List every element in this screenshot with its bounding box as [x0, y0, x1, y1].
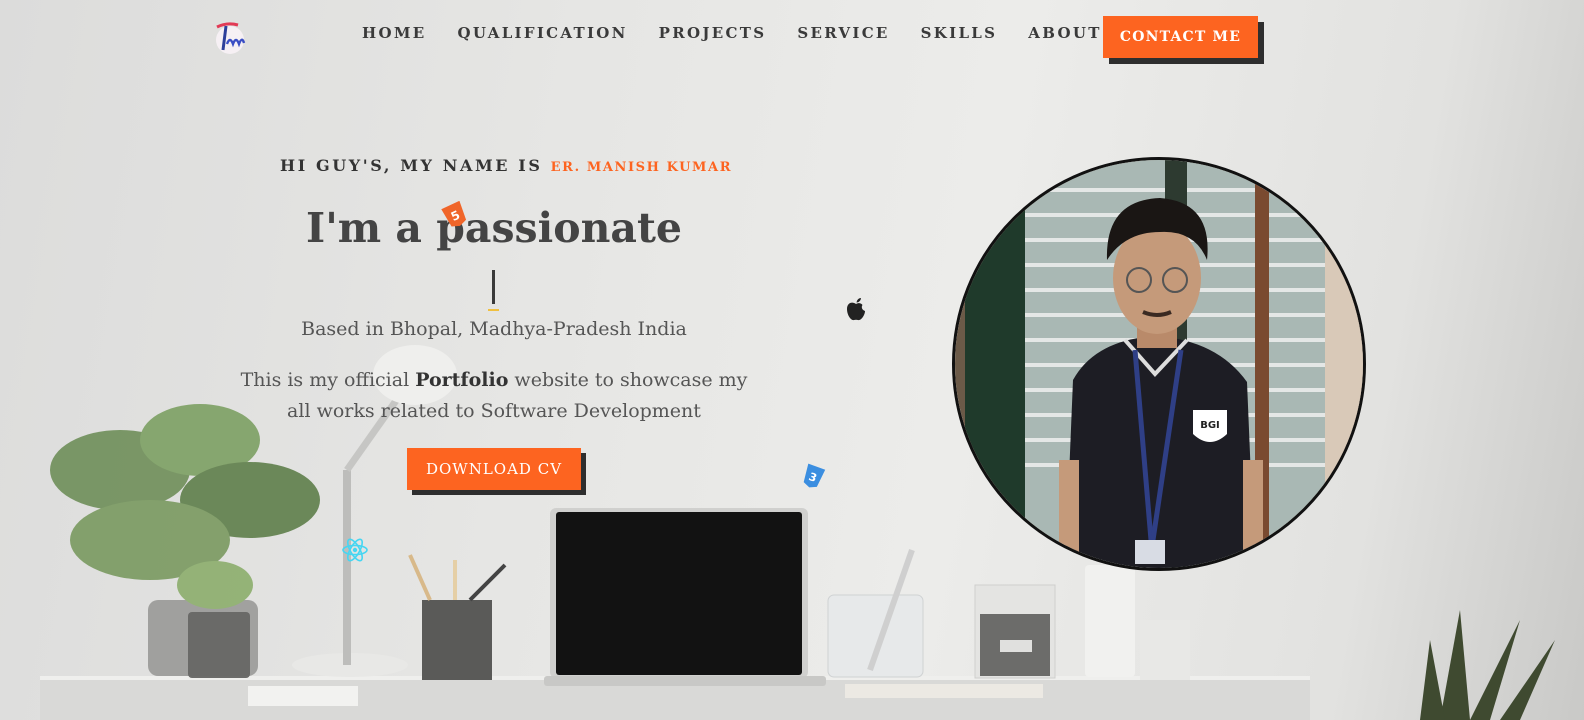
contact-me-button[interactable]: CONTACT ME: [1103, 16, 1258, 58]
location-text: Based in Bhopal, Madhya-Pradesh India: [301, 318, 687, 340]
greeting-text: HI GUY'S, MY NAME IS: [280, 156, 543, 175]
hero-headline: I'm a passionate: [306, 204, 682, 252]
desc-before: This is my official: [240, 369, 416, 391]
html5-icon: 5: [441, 201, 467, 227]
download-cv-button[interactable]: DOWNLOAD CV: [407, 448, 581, 490]
css3-icon: 3: [803, 463, 826, 488]
nav-home[interactable]: HOME: [362, 24, 426, 42]
typing-cursor-underline: [488, 309, 499, 311]
logo-icon[interactable]: [212, 18, 246, 56]
profile-portrait-illustration: BGI: [955, 160, 1363, 568]
author-name: ER. MANISH KUMAR: [550, 160, 733, 175]
hero-description: This is my official Portfolio website to…: [228, 365, 760, 427]
desc-bold: Portfolio: [415, 369, 509, 391]
svg-text:BGI: BGI: [1200, 420, 1220, 431]
nav-qualification[interactable]: QUALIFICATION: [457, 24, 627, 42]
apple-icon: [847, 298, 865, 321]
nav-skills[interactable]: SKILLS: [921, 24, 998, 42]
nav-service[interactable]: SERVICE: [797, 24, 889, 42]
greeting-line: HI GUY'S, MY NAME IS ER. MANISH KUMAR: [280, 156, 732, 175]
main-menu: HOME QUALIFICATION PROJECTS SERVICE SKIL…: [362, 24, 1169, 42]
nav-projects[interactable]: PROJECTS: [659, 24, 767, 42]
profile-photo: BGI: [952, 157, 1366, 571]
typing-cursor: [492, 270, 495, 304]
top-navbar: HOME QUALIFICATION PROJECTS SERVICE SKIL…: [0, 0, 1584, 75]
react-icon: [342, 538, 368, 562]
